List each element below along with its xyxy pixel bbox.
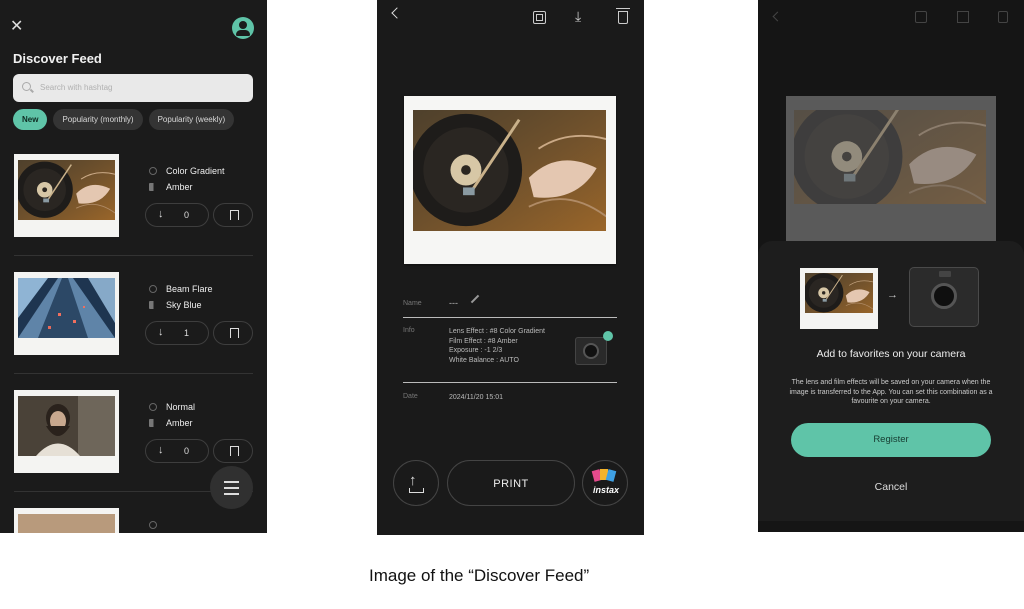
bottom-sheet: → Add to favorites on your camera The le… [758,241,1024,521]
list-item[interactable] [0,508,267,533]
lens-icon [149,403,157,411]
back-icon[interactable] [391,7,403,19]
favorites-modal-screen: → Add to favorites on your camera The le… [758,0,1024,532]
download-count: 0 [184,210,190,220]
share-button[interactable]: ↑ [393,460,439,506]
upload-icon: ↑ [409,472,417,489]
skyscraper-photo [18,278,115,338]
register-button[interactable]: Register [791,423,991,457]
filter-chips: New Popularity (monthly) Popularity (wee… [13,109,235,130]
download-count: 0 [184,446,190,456]
arrow-icon: → [887,289,898,301]
download-icon[interactable]: ⤓ [575,8,581,25]
bookmark-button[interactable] [213,321,253,345]
date-value: 2024/11/20 15:01 [449,394,503,401]
film-icon [149,301,158,309]
cancel-button[interactable]: Cancel [758,481,1024,493]
turntable-photo [18,160,115,220]
download-arrow-icon: ↓ [158,326,164,338]
discover-feed-screen: ✕ Discover Feed Search with hashtag New … [0,0,267,533]
page-title: Discover Feed [13,51,102,66]
filter-settings-button[interactable] [210,466,253,509]
modal-title: Add to favorites on your camera [816,348,966,360]
photo-thumbnail[interactable] [14,508,119,533]
trash-icon [998,11,1008,23]
avatar[interactable] [232,17,254,39]
list-item[interactable]: Beam Flare Sky Blue ↓ 1 [0,272,267,390]
figure-caption: Image of the “Discover Feed” [369,566,589,586]
camera-icon[interactable] [575,331,613,365]
chip-popularity-weekly[interactable]: Popularity (weekly) [148,109,235,130]
lens-icon [149,167,157,175]
turntable-photo [413,110,606,231]
chip-new[interactable]: New [13,109,48,130]
download-arrow-icon: ↓ [158,208,164,220]
download-button[interactable]: ↓ 0 [145,439,209,463]
divider [14,255,253,256]
name-label: Name [403,300,422,307]
white-balance-info: White Balance : AUTO [449,356,519,364]
info-label: Info [403,327,415,334]
search-input[interactable]: Search with hashtag [13,74,253,102]
lens-icon [149,521,157,529]
close-icon[interactable]: ✕ [10,19,23,35]
print-button[interactable]: PRINT [447,460,575,506]
search-icon [22,82,31,91]
film-effect: Amber [166,182,193,192]
rotate-icon [915,11,927,23]
photo-detail-screen: ⤓ Name --- Info Lens Effect : #8 Color G… [377,0,644,535]
photo-thumbnail[interactable] [14,154,119,237]
lens-effect-info: Lens Effect : #8 Color Gradient [449,328,545,335]
divider [403,382,617,383]
modal-description: The lens and film effects will be saved … [789,379,993,405]
download-arrow-icon: ↓ [158,444,164,456]
film-effect-info: Film Effect : #8 Amber [449,337,518,345]
pencil-icon[interactable] [470,294,480,304]
chip-popularity-monthly[interactable]: Popularity (monthly) [53,109,143,130]
instax-button[interactable]: instax [582,460,628,506]
portrait-photo [18,396,115,456]
turntable-photo [805,273,873,313]
lens-effect: Beam Flare [166,284,213,294]
back-icon [772,11,783,22]
download-count: 1 [184,328,190,338]
partial-photo [18,514,115,533]
film-effect: Sky Blue [166,300,202,310]
caption-prefix: Image of the [369,566,469,585]
trash-icon[interactable] [616,8,630,24]
info-block: Lens Effect : #8 Color Gradient Film Eff… [449,327,545,365]
search-placeholder: Search with hashtag [40,83,113,92]
exposure-info: Exposure : -1 2/3 [449,347,503,354]
photo-thumbnail[interactable] [14,390,119,473]
stage: ✕ Discover Feed Search with hashtag New … [0,0,1024,609]
film-icon [149,183,158,191]
photo-thumbnail [800,268,878,329]
divider [14,373,253,374]
lens-effect: Normal [166,402,196,412]
bookmark-button[interactable] [213,439,253,463]
divider [403,317,617,318]
list-item[interactable]: Color Gradient Amber ↓ 0 [0,154,267,272]
film-icon [149,419,158,427]
lens-effect: Color Gradient [166,166,225,176]
rotate-icon[interactable] [533,11,546,24]
film-effect: Amber [166,418,193,428]
download-button[interactable]: ↓ 0 [145,203,209,227]
date-label: Date [403,393,418,400]
turntable-photo [794,110,986,204]
badge [603,331,613,341]
photo-thumbnail[interactable] [14,272,119,355]
download-button[interactable]: ↓ 1 [145,321,209,345]
bookmark-button[interactable] [213,203,253,227]
lens-icon [149,285,157,293]
instax-photo-frame [404,96,616,264]
instax-photo-frame [786,96,996,246]
instax-label: instax [592,485,619,495]
sliders-icon [224,481,239,483]
caption-quoted: “Discover Feed” [468,566,590,585]
download-icon [957,11,969,23]
camera-icon [909,267,979,327]
name-value[interactable]: --- [449,298,458,309]
